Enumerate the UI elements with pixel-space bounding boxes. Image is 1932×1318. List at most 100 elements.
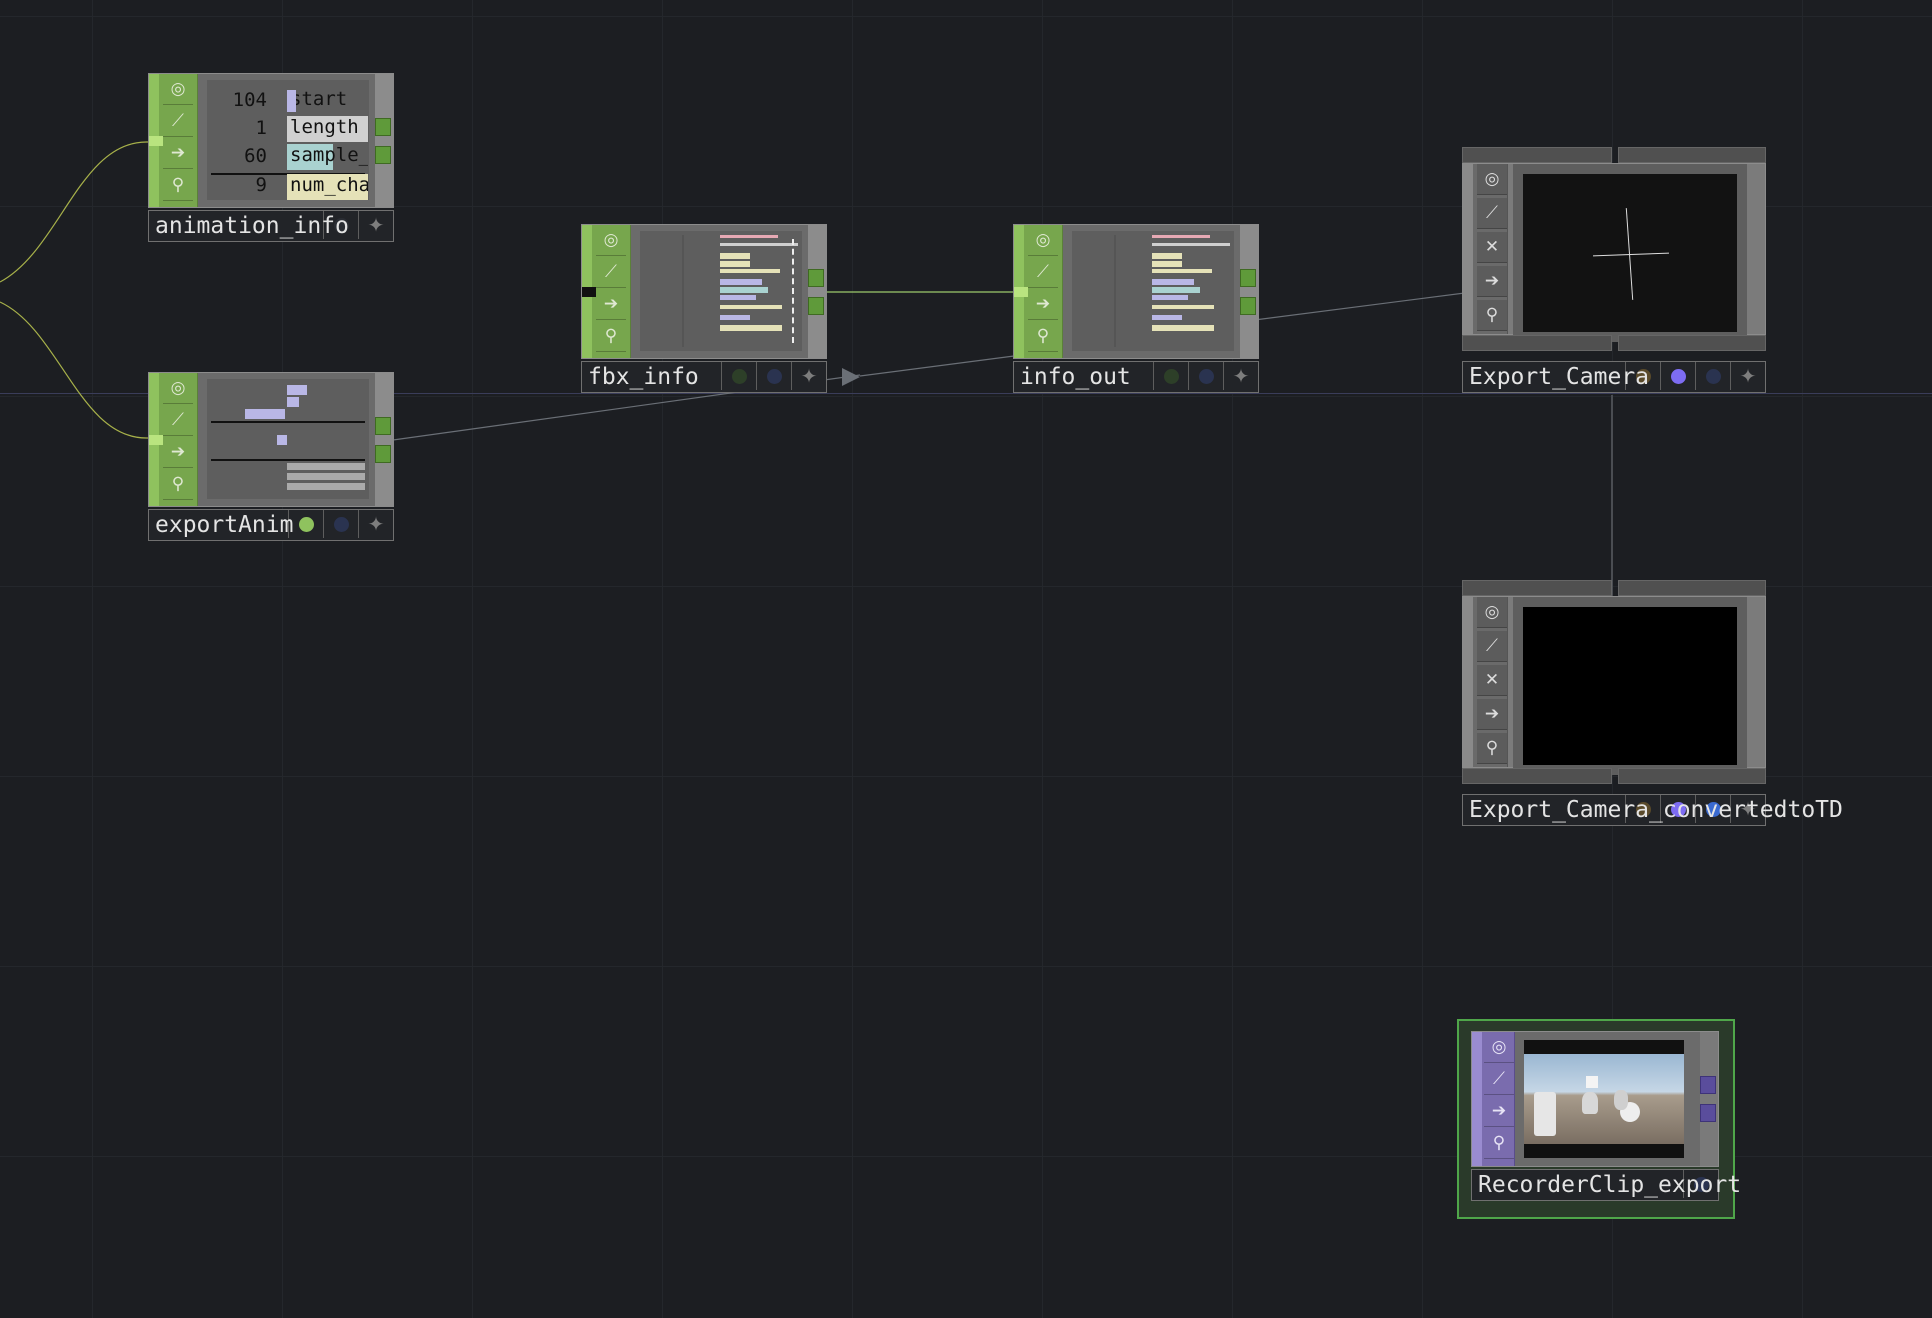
node-info-out[interactable]: ◎ ⟋ ➔ ⚲ info_out ✦ — [1013, 224, 1259, 394]
comp-input-bar[interactable] — [1462, 580, 1612, 596]
cook-flag-icon[interactable]: ➔ — [1484, 1096, 1514, 1127]
lock-flag-icon[interactable]: ⚲ — [596, 321, 626, 352]
viewer-dot-icon — [731, 368, 747, 384]
node-name[interactable]: exportAnim — [155, 512, 293, 538]
output-connector[interactable] — [375, 146, 391, 164]
node-label-bar[interactable]: fbx_info ✦ — [581, 361, 827, 393]
comp-input-bar[interactable] — [1462, 147, 1612, 163]
output-connector[interactable] — [1240, 269, 1256, 287]
node-label-bar[interactable]: info_out ✦ — [1013, 361, 1259, 393]
display-flag-icon[interactable]: ⟋ — [1477, 631, 1507, 662]
display-flag-icon[interactable]: ⟋ — [1477, 198, 1507, 229]
lock-flag-icon[interactable]: ⚲ — [1477, 733, 1507, 764]
output-connector[interactable] — [1700, 1104, 1716, 1122]
cook-flag-icon[interactable]: ➔ — [1477, 699, 1507, 730]
node-label-bar[interactable]: RecorderClip_export — [1471, 1169, 1741, 1201]
comp-output-bar[interactable] — [1618, 768, 1766, 784]
cook-flag-icon[interactable]: ➔ — [1477, 266, 1507, 297]
node-name[interactable]: RecorderClip_export — [1478, 1172, 1741, 1198]
active-dot-icon — [1198, 368, 1214, 384]
active-button[interactable] — [1188, 362, 1223, 390]
node-export-camera-converted[interactable]: ◎ ⟋ ✕ ➔ ⚲ Export_Camera_convertedtoTD ✦ — [1462, 580, 1843, 828]
active-button[interactable] — [756, 362, 791, 390]
render-button[interactable] — [1660, 362, 1695, 390]
bypass-flag-icon[interactable]: ✕ — [1477, 232, 1507, 263]
node-export-camera[interactable]: ◎ ⟋ ✕ ➔ ⚲ Export_Camera ✦ — [1462, 147, 1766, 395]
node-fbx-info[interactable]: ◎ ⟋ ➔ ⚲ fbx_info ✦ — [581, 224, 827, 394]
param-button[interactable]: ✦ — [358, 211, 393, 239]
node-recorderclip-export[interactable]: ◎ ⟋ ➔ ⚲ RecorderClip_export — [1471, 1031, 1741, 1203]
wire-input-to-exportanim[interactable] — [0, 301, 149, 439]
output-connector[interactable] — [375, 417, 391, 435]
output-connector[interactable] — [375, 118, 391, 136]
bypass-flag-icon[interactable]: ✕ — [1477, 665, 1507, 696]
scene-cylinder — [1534, 1092, 1556, 1136]
cook-flag-icon[interactable]: ➔ — [596, 289, 626, 320]
viewer-flag-icon[interactable]: ◎ — [1477, 597, 1507, 628]
wire-to-info-out-inactive[interactable] — [859, 355, 1015, 377]
sparkle-icon: ✦ — [800, 364, 818, 388]
viewer-flag-icon[interactable]: ◎ — [1028, 225, 1058, 256]
display-flag-icon[interactable]: ⟋ — [1484, 1064, 1514, 1095]
input-connector[interactable] — [1014, 287, 1028, 297]
lock-flag-icon[interactable]: ⚲ — [163, 469, 193, 500]
cook-flag-icon[interactable]: ➔ — [1028, 289, 1058, 320]
node-name[interactable]: Export_Camera — [1469, 364, 1649, 390]
comp-input-bar[interactable] — [1618, 147, 1766, 163]
table-bar — [720, 315, 750, 320]
param-button[interactable]: ✦ — [1223, 362, 1258, 390]
active-button[interactable] — [323, 510, 358, 538]
viewer-flag-icon[interactable]: ◎ — [163, 373, 193, 404]
node-name[interactable]: fbx_info — [588, 364, 699, 390]
input-connector[interactable] — [582, 287, 596, 297]
cook-flag-icon[interactable]: ➔ — [163, 138, 193, 169]
lock-flag-icon[interactable]: ⚲ — [1484, 1128, 1514, 1159]
lock-flag-icon[interactable]: ⚲ — [163, 170, 193, 201]
output-column — [1751, 164, 1765, 334]
wire-info-out-to-camera[interactable] — [1238, 289, 1489, 323]
param-button[interactable]: ✦ — [358, 510, 393, 538]
comp-output-bar[interactable] — [1462, 335, 1612, 351]
camera-viewer — [1513, 597, 1747, 775]
lock-flag-icon[interactable]: ⚲ — [1028, 321, 1058, 352]
active-dot-icon — [1705, 368, 1721, 384]
output-connector[interactable] — [375, 445, 391, 463]
lock-flag-icon[interactable]: ⚲ — [1477, 300, 1507, 331]
param-button[interactable]: ✦ — [1730, 362, 1765, 390]
node-label-bar[interactable]: animation_info ✦ — [148, 210, 394, 242]
display-flag-icon[interactable]: ⟋ — [1028, 257, 1058, 288]
node-name[interactable]: Export_Camera_convertedtoTD — [1469, 797, 1843, 823]
viewer-active-button[interactable] — [721, 362, 756, 390]
node-name[interactable]: animation_info — [155, 213, 349, 239]
node-animation-info[interactable]: ◎ ⟋ ➔ ⚲ 104 start 1 length 60 sample_ 9 … — [148, 73, 394, 243]
display-flag-icon[interactable]: ⟋ — [163, 106, 193, 137]
node-label-bar[interactable]: exportAnim ✦ — [148, 509, 394, 541]
viewer-flag-icon[interactable]: ◎ — [596, 225, 626, 256]
sparkle-icon: ✦ — [367, 213, 385, 237]
cook-flag-icon[interactable]: ➔ — [163, 437, 193, 468]
display-flag-icon[interactable]: ⟋ — [596, 257, 626, 288]
node-name[interactable]: info_out — [1020, 364, 1131, 390]
input-connector[interactable] — [149, 136, 163, 146]
node-label-bar[interactable]: Export_Camera ✦ — [1462, 361, 1766, 393]
comp-output-bar[interactable] — [1618, 335, 1766, 351]
viewer-flag-icon[interactable]: ◎ — [1484, 1032, 1514, 1063]
param-button[interactable]: ✦ — [791, 362, 826, 390]
active-button[interactable] — [1695, 362, 1730, 390]
output-connector[interactable] — [1700, 1076, 1716, 1094]
viewer-flag-icon[interactable]: ◎ — [1477, 164, 1507, 195]
comp-input-bar[interactable] — [1618, 580, 1766, 596]
display-flag-icon[interactable]: ⟋ — [163, 405, 193, 436]
viewer-flag-icon[interactable]: ◎ — [163, 74, 193, 105]
wire-input-to-animation-info[interactable] — [0, 141, 149, 283]
comp-output-bar[interactable] — [1462, 768, 1612, 784]
output-connector[interactable] — [1240, 297, 1256, 315]
output-connector[interactable] — [808, 269, 824, 287]
output-connector[interactable] — [808, 297, 824, 315]
row-label-text: length — [290, 116, 359, 138]
node-label-bar[interactable]: Export_Camera_convertedtoTD ✦ — [1462, 794, 1843, 826]
input-connector[interactable] — [149, 435, 163, 445]
viewer-active-button[interactable] — [1153, 362, 1188, 390]
node-exportanim[interactable]: ◎ ⟋ ➔ ⚲ exportAnim ✦ — [148, 372, 394, 542]
row-label: sample_ — [287, 144, 368, 170]
